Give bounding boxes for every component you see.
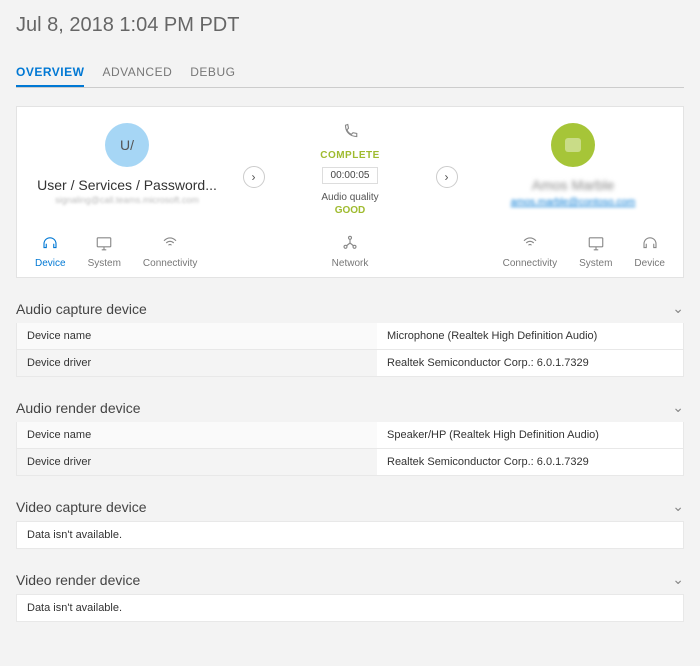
empty-message: Data isn't available. xyxy=(16,594,684,622)
callee-avatar xyxy=(551,123,595,167)
callee-name: Amos Marble xyxy=(473,177,673,193)
call-status: COMPLETE xyxy=(280,150,420,161)
page-title: Jul 8, 2018 1:04 PM PDT xyxy=(16,14,684,37)
metric-label: Network xyxy=(332,258,369,269)
audio-quality-label: Audio quality xyxy=(280,192,420,203)
tab-debug[interactable]: DEBUG xyxy=(190,59,235,87)
chevron-down-icon: ⌄ xyxy=(672,300,684,317)
section-title: Audio capture device xyxy=(16,301,147,317)
empty-message: Data isn't available. xyxy=(16,521,684,549)
metric-label: Device xyxy=(35,258,66,269)
section-audio-capture: Audio capture device ⌄ Device nameMicrop… xyxy=(16,300,684,377)
metric-label: System xyxy=(579,258,612,269)
call-card: U/ User / Services / Password... signali… xyxy=(16,106,684,278)
section-video-render: Video render device ⌄ Data isn't availab… xyxy=(16,571,684,622)
section-title: Video capture device xyxy=(16,499,147,515)
section-header[interactable]: Audio capture device ⌄ xyxy=(16,300,684,323)
phone-icon xyxy=(280,123,420,144)
call-status-panel: COMPLETE 00:00:05 Audio quality GOOD xyxy=(280,123,420,216)
chevron-down-icon: ⌄ xyxy=(672,498,684,515)
row-value: Realtek Semiconductor Corp.: 6.0.1.7329 xyxy=(377,449,683,475)
section-audio-render: Audio render device ⌄ Device nameSpeaker… xyxy=(16,399,684,476)
call-duration: 00:00:05 xyxy=(322,167,379,184)
metric-connectivity-right[interactable]: Connectivity xyxy=(503,234,557,269)
section-video-capture: Video capture device ⌄ Data isn't availa… xyxy=(16,498,684,549)
row-label: Device name xyxy=(17,422,377,448)
tabs: OVERVIEW ADVANCED DEBUG xyxy=(16,59,684,88)
tab-overview[interactable]: OVERVIEW xyxy=(16,59,84,87)
section-header[interactable]: Audio render device ⌄ xyxy=(16,399,684,422)
metric-connectivity-left[interactable]: Connectivity xyxy=(143,234,197,269)
audio-quality-value: GOOD xyxy=(280,205,420,216)
chevron-down-icon: ⌄ xyxy=(672,571,684,588)
caller-sub: signaling@call.teams.microsoft.com xyxy=(27,195,227,205)
tab-advanced[interactable]: ADVANCED xyxy=(102,59,172,87)
row-value: Realtek Semiconductor Corp.: 6.0.1.7329 xyxy=(377,350,683,376)
row-label: Device driver xyxy=(17,449,377,475)
section-title: Audio render device xyxy=(16,400,141,416)
row-label: Device name xyxy=(17,323,377,349)
callee-link[interactable]: amos.marble@contoso.com xyxy=(473,197,673,208)
chevron-right-icon[interactable]: › xyxy=(436,166,458,188)
metric-label: Connectivity xyxy=(143,258,197,269)
section-title: Video render device xyxy=(16,572,140,588)
metric-network[interactable]: Network xyxy=(332,234,369,269)
metric-label: Connectivity xyxy=(503,258,557,269)
section-header[interactable]: Video render device ⌄ xyxy=(16,571,684,594)
metric-system-right[interactable]: System xyxy=(579,234,612,269)
metric-label: Device xyxy=(634,258,665,269)
chevron-down-icon: ⌄ xyxy=(672,399,684,416)
row-value: Microphone (Realtek High Definition Audi… xyxy=(377,323,683,349)
caller-avatar: U/ xyxy=(105,123,149,167)
chevron-right-icon[interactable]: › xyxy=(243,166,265,188)
callee-panel: Amos Marble amos.marble@contoso.com xyxy=(473,123,673,208)
metric-device-right[interactable]: Device xyxy=(634,234,665,269)
row-value: Speaker/HP (Realtek High Definition Audi… xyxy=(377,422,683,448)
metric-label: System xyxy=(88,258,121,269)
metrics-row: Device System Connectivity Network xyxy=(27,234,673,269)
metric-device-left[interactable]: Device xyxy=(35,234,66,269)
caller-name: User / Services / Password... xyxy=(27,177,227,193)
row-label: Device driver xyxy=(17,350,377,376)
metric-system-left[interactable]: System xyxy=(88,234,121,269)
caller-panel: U/ User / Services / Password... signali… xyxy=(27,123,227,205)
section-header[interactable]: Video capture device ⌄ xyxy=(16,498,684,521)
